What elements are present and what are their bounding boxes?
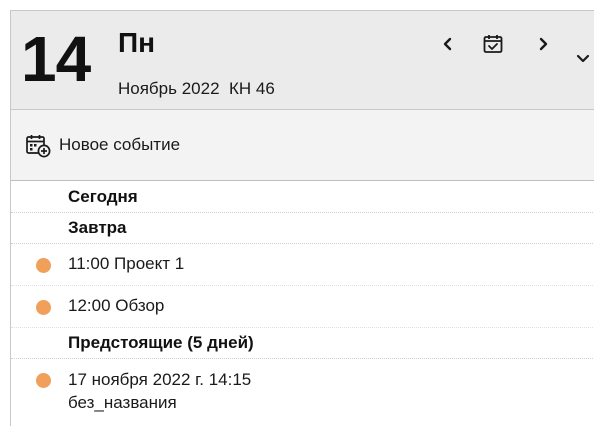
previous-day-button[interactable] — [436, 31, 460, 57]
next-day-button[interactable] — [531, 31, 555, 57]
category-dot — [36, 373, 51, 388]
chevron-left-icon — [443, 37, 452, 51]
event-title: без_названия — [68, 393, 177, 412]
group-title: Сегодня — [68, 187, 138, 206]
event-datetime: 17 ноября 2022 г. 14:15 — [68, 370, 252, 389]
calendar-add-icon — [26, 135, 51, 158]
event-time: 11:00 — [68, 254, 110, 273]
chevron-down-icon — [576, 54, 590, 63]
weekday-label: Пн — [118, 27, 156, 58]
day-number: 14 — [21, 23, 91, 95]
new-event-label: Новое событие — [59, 135, 181, 154]
event-item[interactable]: 12:00 Обзор — [11, 286, 594, 328]
date-header: 14 Пн Ноябрь 2022 КН 46 — [11, 11, 594, 110]
event-text: 12:00 Обзор — [68, 295, 164, 317]
calendar-check-icon — [483, 35, 503, 53]
event-item[interactable]: 17 ноября 2022 г. 14:15 без_названия — [11, 359, 594, 419]
category-dot — [36, 258, 51, 273]
agenda-list: Сегодня Завтра 11:00 Проект 1 12:00 Обзо… — [11, 182, 594, 419]
group-title: Предстоящие (5 дней) — [68, 333, 254, 352]
category-dot — [36, 300, 51, 315]
group-header-tomorrow: Завтра — [11, 213, 594, 244]
toolbar: Новое событие — [11, 110, 594, 181]
month-week-label: Ноябрь 2022 КН 46 — [118, 78, 275, 100]
chevron-right-icon — [539, 37, 548, 51]
event-time: 12:00 — [68, 296, 111, 315]
event-title: Проект 1 — [114, 254, 185, 273]
new-event-button[interactable]: Новое событие — [25, 132, 180, 158]
group-header-today: Сегодня — [11, 182, 594, 213]
event-title: Обзор — [115, 296, 165, 315]
agenda-panel: 14 Пн Ноябрь 2022 КН 46 Новое событие Се… — [10, 10, 594, 426]
group-title: Завтра — [68, 218, 127, 237]
more-options-button[interactable] — [571, 46, 594, 72]
event-text: 11:00 Проект 1 — [68, 253, 184, 275]
group-header-upcoming: Предстоящие (5 дней) — [11, 328, 594, 359]
today-button[interactable] — [481, 31, 505, 57]
week-number-label: КН 46 — [228, 79, 275, 98]
month-year-label: Ноябрь 2022 — [118, 79, 220, 98]
event-item[interactable]: 11:00 Проект 1 — [11, 244, 594, 286]
